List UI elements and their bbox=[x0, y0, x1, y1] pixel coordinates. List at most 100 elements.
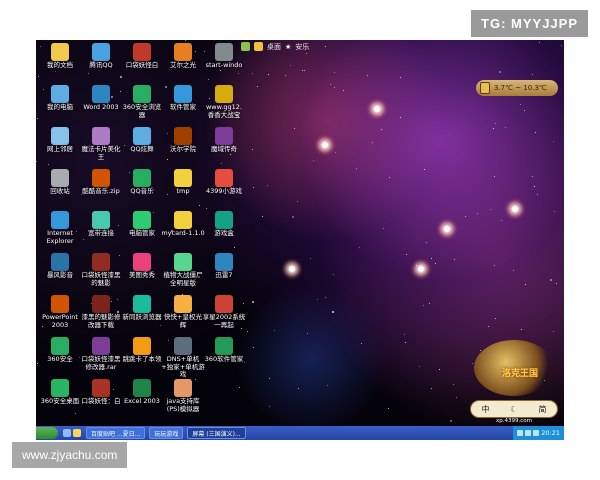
desktop-icon[interactable]: QQ炫舞 bbox=[120, 127, 164, 154]
desktop-icon[interactable]: 电脑管家 bbox=[120, 211, 164, 238]
desktop-icon[interactable]: 我的文档 bbox=[38, 43, 82, 70]
desktop-icon[interactable]: 360软件管家 bbox=[202, 337, 246, 364]
star bbox=[317, 299, 318, 300]
desktop-icon[interactable]: 快快+皇权光辉 bbox=[161, 295, 205, 329]
desktop-icon-label: Word 2003 bbox=[83, 103, 119, 111]
tray-icon[interactable] bbox=[525, 430, 532, 436]
app-icon bbox=[51, 43, 69, 61]
star bbox=[400, 117, 401, 118]
star bbox=[494, 265, 495, 266]
clock[interactable]: 20:21 bbox=[541, 429, 560, 437]
desktop-icon[interactable]: DNS+单机+独家+单机游戏 bbox=[161, 337, 205, 379]
quicklaunch-ie-icon[interactable] bbox=[63, 429, 71, 437]
taskbar-item-1[interactable]: 百度贴吧 ...夏日... bbox=[86, 427, 146, 439]
star bbox=[304, 70, 305, 71]
app-icon bbox=[174, 379, 192, 397]
desktop-icon[interactable]: 网上邻居 bbox=[38, 127, 82, 154]
topbar-item-anle[interactable]: 安乐 bbox=[295, 42, 309, 52]
desktop-icon[interactable]: 我的电脑 bbox=[38, 85, 82, 112]
desktop-icon[interactable]: 新同跃浏览器 bbox=[120, 295, 164, 322]
app-icon bbox=[92, 295, 110, 313]
star bbox=[495, 123, 496, 124]
desktop-icon[interactable]: 回收站 bbox=[38, 169, 82, 196]
watermark-top: TG: MYYJJPP bbox=[471, 10, 588, 37]
desktop-icon-label: QQ音乐 bbox=[130, 187, 154, 195]
desktop-icon[interactable]: 宽带连接 bbox=[79, 211, 123, 238]
desktop-icon[interactable]: PowerPoint 2003 bbox=[38, 295, 82, 329]
system-tray: 20:21 bbox=[513, 426, 564, 440]
desktop-icon-label: 暴风影音 bbox=[47, 271, 73, 279]
desktop-icon[interactable]: 酷酷音乐.zip bbox=[79, 169, 123, 196]
app-icon bbox=[51, 337, 69, 355]
desktop-icon[interactable]: 腾讯QQ bbox=[79, 43, 123, 70]
desktop-icon[interactable]: 口袋妖怪漆黑的魅影 bbox=[79, 253, 123, 287]
desktop-icon[interactable]: 软件管家 bbox=[161, 85, 205, 112]
desktop-icon-label: 艾尔之光 bbox=[170, 61, 196, 69]
desktop-icon[interactable]: 漆黑的魅影修改器下载 bbox=[79, 295, 123, 329]
desktop-icon[interactable]: tmp bbox=[161, 169, 205, 196]
desktop-icon[interactable]: 口袋妖怪漆黑修改器.rar bbox=[79, 337, 123, 371]
desktop-icon[interactable]: 迅雷7 bbox=[202, 253, 246, 280]
tray-icon[interactable] bbox=[533, 430, 540, 436]
desktop-icon-label: 网上邻居 bbox=[47, 145, 73, 153]
app-icon bbox=[51, 253, 69, 271]
desktop-icon[interactable]: 4399小游戏 bbox=[202, 169, 246, 196]
star bbox=[306, 53, 307, 54]
desktop-icon[interactable]: 魔域传奇 bbox=[202, 127, 246, 154]
desktop-icon[interactable]: start-windo bbox=[202, 43, 246, 70]
quicklaunch-folder-icon[interactable] bbox=[73, 429, 81, 437]
desktop-icon[interactable]: 口袋妖怪白 bbox=[120, 43, 164, 70]
weather-widget[interactable]: 3.7℃ ~ 10.3℃ bbox=[476, 80, 558, 96]
desktop-icon[interactable]: Excel 2003 bbox=[120, 379, 164, 406]
simplified-mode-toggle[interactable]: 简 bbox=[539, 404, 547, 415]
app-icon bbox=[133, 295, 151, 313]
desktop-icon[interactable]: Internet Explorer bbox=[38, 211, 82, 245]
start-button[interactable] bbox=[36, 427, 58, 439]
desktop-icon[interactable]: mycard-1.1.0 bbox=[161, 211, 205, 238]
star bbox=[313, 160, 314, 161]
desktop-icon[interactable]: 游戏盒 bbox=[202, 211, 246, 238]
desktop-icon[interactable]: 沃尔学院 bbox=[161, 127, 205, 154]
desktop-icon[interactable]: 口袋妖怪：白 bbox=[79, 379, 123, 406]
star bbox=[381, 129, 382, 130]
topbar-item-desktop[interactable]: 桌面 bbox=[267, 42, 281, 52]
tray-icon[interactable] bbox=[517, 430, 524, 436]
desktop-icon[interactable]: 360安全 bbox=[38, 337, 82, 364]
desktop-icon[interactable]: 魔法卡片美化王 bbox=[79, 127, 123, 161]
desktop-icon[interactable]: 植物大战僵尸全明星版 bbox=[161, 253, 205, 287]
roco-kingdom-widget[interactable]: 洛克王国 中 ☾ 简 xp.4399.com bbox=[466, 340, 560, 424]
desktop-icon-label: start-windo bbox=[205, 61, 243, 69]
desktop-icon-label: 口袋妖怪漆黑修改器.rar bbox=[81, 355, 121, 371]
desktop-icon-label: 360安全浏览器 bbox=[122, 103, 162, 119]
star bbox=[334, 87, 335, 88]
bright-star bbox=[366, 98, 388, 120]
desktop-icon[interactable]: www.gg12. 香香大战宝 bbox=[202, 85, 246, 119]
bright-star bbox=[410, 258, 432, 280]
app-icon bbox=[215, 85, 233, 103]
desktop-icon-label: 快快+皇权光辉 bbox=[164, 313, 202, 329]
chinese-mode-toggle[interactable]: 中 bbox=[481, 404, 489, 415]
desktop-icon-label: 游戏盒 bbox=[214, 229, 234, 237]
star bbox=[307, 333, 308, 334]
star bbox=[292, 216, 294, 218]
star bbox=[332, 311, 334, 313]
desktop-icon[interactable]: java支持库 (PS)模拟器 bbox=[161, 379, 205, 413]
desktop-icon[interactable]: 360安全浏览器 bbox=[120, 85, 164, 119]
taskbar-item-3[interactable]: 屏幕 (三国演义)... bbox=[187, 427, 246, 439]
star bbox=[456, 397, 457, 398]
desktop-icon-label: 腾讯QQ bbox=[89, 61, 113, 69]
moon-icon[interactable]: ☾ bbox=[510, 405, 517, 414]
star bbox=[359, 247, 360, 248]
desktop-icon[interactable]: 360安全桌面 bbox=[38, 379, 82, 406]
desktop-icon[interactable]: Word 2003 bbox=[79, 85, 123, 112]
desktop-icon[interactable]: 美图秀秀 bbox=[120, 253, 164, 280]
app-icon bbox=[174, 85, 192, 103]
desktop-icon[interactable]: 艾尔之光 bbox=[161, 43, 205, 70]
desktop-icon[interactable]: 暴风影音 bbox=[38, 253, 82, 280]
desktop-icon[interactable]: 跳跳卡了本领 bbox=[120, 337, 164, 364]
desktop-icon-label: QQ炫舞 bbox=[130, 145, 154, 153]
taskbar-item-2[interactable]: 玩玩游戏 bbox=[149, 427, 184, 439]
input-method-bar[interactable]: 中 ☾ 简 bbox=[470, 400, 558, 418]
desktop-icon[interactable]: QQ音乐 bbox=[120, 169, 164, 196]
desktop-icon[interactable]: 享星2002系统一再起 bbox=[202, 295, 246, 329]
